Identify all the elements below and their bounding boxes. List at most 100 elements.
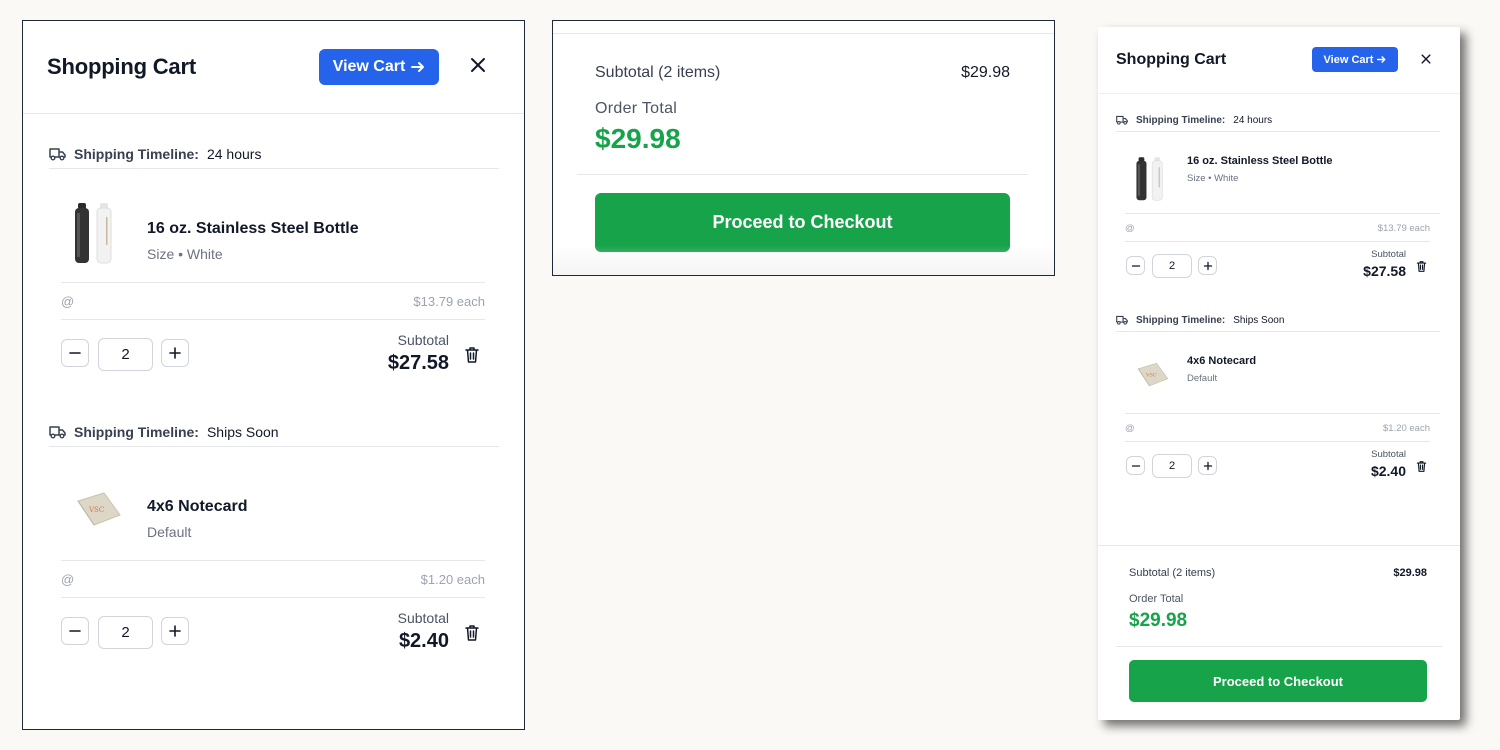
order-total-value: $29.98 bbox=[1129, 610, 1188, 631]
shipping-timeline-value: 24 hours bbox=[206, 145, 262, 162]
order-total-value: $29.98 bbox=[595, 123, 681, 154]
quantity-input[interactable]: 2 bbox=[1152, 454, 1192, 478]
view-cart-label: View Cart bbox=[332, 58, 406, 75]
quantity-row: 2 Subtotal $2.40 bbox=[1125, 443, 1430, 493]
view-cart-label: View Cart bbox=[1323, 53, 1374, 66]
cart-item: VSC 4x6 Notecard Default bbox=[61, 447, 485, 561]
subtotal-label: Subtotal bbox=[1371, 449, 1406, 460]
view-cart-button[interactable]: View Cart bbox=[1312, 47, 1398, 72]
proceed-to-checkout-button[interactable]: Proceed to Checkout bbox=[595, 193, 1010, 252]
truck-icon bbox=[49, 425, 66, 438]
item-name[interactable]: 4x6 Notecard bbox=[147, 498, 248, 516]
shipping-timeline-label: Shipping Timeline: bbox=[74, 145, 199, 162]
scroll-fade bbox=[553, 245, 1054, 275]
cart-item: 16 oz. Stainless Steel Bottle Size • Whi… bbox=[1125, 132, 1440, 214]
arrow-right-icon bbox=[411, 62, 425, 72]
decrease-quantity-button[interactable] bbox=[1126, 456, 1145, 475]
shipping-timeline-row: Shipping Timeline: Ships Soon bbox=[49, 417, 499, 447]
unit-price: $13.79 each bbox=[413, 293, 485, 309]
cart-summary-panel: Subtotal (2 items) $29.98 Order Total $2… bbox=[552, 20, 1055, 276]
truck-icon bbox=[1116, 115, 1128, 125]
summary-subtotal-label: Subtotal (2 items) bbox=[595, 64, 721, 81]
plus-icon bbox=[169, 625, 181, 637]
item-subtotal: $2.40 bbox=[398, 630, 449, 652]
item-subtotal: $2.40 bbox=[1370, 463, 1406, 479]
shipping-timeline-label: Shipping Timeline: bbox=[74, 423, 199, 440]
subtotal-label: Subtotal bbox=[397, 332, 449, 348]
close-icon bbox=[1421, 54, 1431, 64]
summary-subtotal-value: $29.98 bbox=[961, 64, 1010, 81]
subtotal-label: Subtotal bbox=[397, 610, 449, 626]
item-subtotal: $27.58 bbox=[387, 352, 449, 374]
order-total-label: Order Total bbox=[1129, 593, 1184, 605]
item-variant: Default bbox=[1187, 373, 1218, 384]
shipping-timeline-row: Shipping Timeline: 24 hours bbox=[49, 139, 499, 169]
remove-item-button[interactable] bbox=[1416, 260, 1427, 273]
notecard-thumbnail: VSC bbox=[77, 492, 121, 526]
decrease-quantity-button[interactable] bbox=[61, 339, 89, 367]
cart-header: Shopping Cart View Cart bbox=[23, 21, 524, 114]
divider bbox=[1098, 545, 1460, 546]
arrow-right-icon bbox=[1377, 56, 1386, 63]
increase-quantity-button[interactable] bbox=[161, 339, 189, 367]
close-button[interactable] bbox=[1420, 53, 1432, 65]
cart-item: VSC 4x6 Notecard Default bbox=[1125, 332, 1440, 414]
at-symbol: @ bbox=[1125, 422, 1135, 434]
item-variant: Default bbox=[147, 524, 192, 540]
shipping-timeline-row: Shipping Timeline: Ships Soon bbox=[1116, 309, 1440, 332]
increase-quantity-button[interactable] bbox=[1198, 456, 1217, 475]
quantity-row: 2 Subtotal $2.40 bbox=[61, 599, 485, 679]
unit-price: $13.79 each bbox=[1377, 222, 1430, 234]
divider bbox=[577, 174, 1028, 175]
quantity-input[interactable]: 2 bbox=[98, 338, 153, 371]
item-name[interactable]: 16 oz. Stainless Steel Bottle bbox=[1187, 155, 1333, 167]
quantity-row: 2 Subtotal $27.58 bbox=[61, 321, 485, 401]
shipping-timeline-value: Ships Soon bbox=[1233, 314, 1285, 326]
cart-header: Shopping Cart View Cart bbox=[1098, 27, 1460, 94]
trash-icon bbox=[1416, 461, 1427, 472]
decrease-quantity-button[interactable] bbox=[61, 617, 89, 645]
view-cart-button[interactable]: View Cart bbox=[319, 49, 439, 85]
quantity-input[interactable]: 2 bbox=[98, 616, 153, 649]
summary-subtotal-label: Subtotal (2 items) bbox=[1129, 567, 1216, 579]
bottle-thumbnail bbox=[1136, 157, 1163, 201]
unit-price-row: @ $13.79 each bbox=[1125, 215, 1430, 242]
divider bbox=[1116, 646, 1442, 647]
shipping-timeline-value: 24 hours bbox=[1233, 114, 1273, 126]
truck-icon bbox=[49, 147, 66, 160]
bottle-thumbnail bbox=[75, 203, 112, 264]
quantity-row: 2 Subtotal $27.58 bbox=[1125, 243, 1430, 293]
remove-item-button[interactable] bbox=[464, 624, 480, 642]
item-name[interactable]: 16 oz. Stainless Steel Bottle bbox=[147, 220, 359, 238]
trash-icon bbox=[465, 347, 479, 363]
trash-icon bbox=[465, 625, 479, 641]
minus-icon bbox=[1131, 264, 1140, 267]
close-icon bbox=[471, 58, 485, 72]
svg-text:VSC: VSC bbox=[1145, 373, 1157, 379]
item-variant: Size • White bbox=[1187, 173, 1239, 184]
plus-icon bbox=[169, 347, 181, 359]
subtotal-label: Subtotal bbox=[1371, 249, 1406, 260]
plus-icon bbox=[1203, 461, 1212, 470]
shipping-timeline-row: Shipping Timeline: 24 hours bbox=[1116, 109, 1440, 132]
decrease-quantity-button[interactable] bbox=[1126, 256, 1145, 275]
quantity-input[interactable]: 2 bbox=[1152, 254, 1192, 278]
remove-item-button[interactable] bbox=[1416, 460, 1427, 473]
shipping-timeline-label: Shipping Timeline: bbox=[1136, 114, 1226, 126]
unit-price-row: @ $1.20 each bbox=[1125, 415, 1430, 442]
cart-title: Shopping Cart bbox=[1116, 51, 1227, 68]
close-button[interactable] bbox=[467, 54, 489, 76]
minus-icon bbox=[69, 630, 81, 632]
svg-text:VSC: VSC bbox=[88, 506, 104, 514]
item-name[interactable]: 4x6 Notecard bbox=[1187, 355, 1256, 367]
unit-price-row: @ $1.20 each bbox=[61, 561, 485, 598]
increase-quantity-button[interactable] bbox=[1198, 256, 1217, 275]
remove-item-button[interactable] bbox=[464, 346, 480, 364]
increase-quantity-button[interactable] bbox=[161, 617, 189, 645]
at-symbol: @ bbox=[61, 293, 75, 309]
cart-item: 16 oz. Stainless Steel Bottle Size • Whi… bbox=[61, 169, 485, 283]
unit-price-row: @ $13.79 each bbox=[61, 283, 485, 320]
at-symbol: @ bbox=[1125, 222, 1135, 234]
summary-subtotal-value: $29.98 bbox=[1393, 567, 1427, 579]
proceed-to-checkout-button[interactable]: Proceed to Checkout bbox=[1129, 660, 1427, 702]
